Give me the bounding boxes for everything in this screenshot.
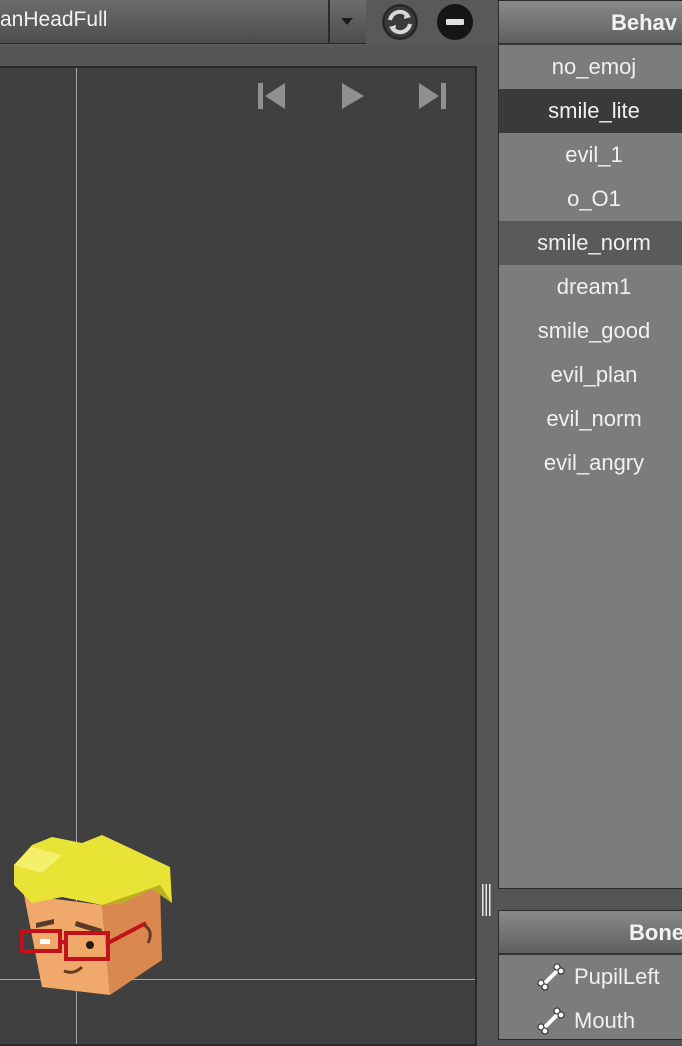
model-select-divider (328, 0, 330, 44)
bone-item-label: Mouth (574, 1008, 636, 1033)
bone-icon (537, 1007, 565, 1035)
bones-panel-header: Bone (499, 911, 682, 955)
skip-to-end-icon[interactable] (415, 80, 449, 112)
chevron-down-icon[interactable] (341, 18, 353, 25)
behaviour-item[interactable]: evil_1 (499, 133, 682, 177)
play-icon[interactable] (336, 80, 370, 112)
character-head-preview (14, 835, 172, 995)
behaviour-item-highlighted[interactable]: smile_norm (499, 221, 682, 265)
bone-item-pupil-left[interactable]: PupilLeft (499, 955, 682, 999)
behaviour-panel-title: Behav (611, 10, 678, 35)
bones-panel: Bone PupilLeft Mouth (498, 910, 682, 1040)
bone-item-mouth[interactable]: Mouth (499, 999, 682, 1043)
model-select-value: anHeadFull (0, 8, 108, 31)
behaviour-item[interactable]: dream1 (499, 265, 682, 309)
model-select[interactable]: anHeadFull (0, 0, 366, 44)
behaviour-item[interactable]: no_emoj (499, 45, 682, 89)
skip-to-start-icon[interactable] (255, 80, 289, 112)
behaviour-panel: Behav no_emoj smile_lite evil_1 o_O1 smi… (498, 0, 682, 889)
bone-icon (537, 963, 565, 991)
top-toolbar: anHeadFull (0, 0, 498, 46)
behaviour-item[interactable]: evil_angry (499, 441, 682, 485)
bones-panel-title: Bone (629, 920, 682, 945)
panel-splitter-handle[interactable] (482, 884, 491, 916)
behaviour-item[interactable]: evil_plan (499, 353, 682, 397)
behaviour-panel-header: Behav (499, 1, 682, 45)
remove-icon[interactable] (436, 3, 474, 41)
bone-item-label: PupilLeft (574, 964, 660, 989)
behaviour-item-selected[interactable]: smile_lite (499, 89, 682, 133)
animation-viewport[interactable] (0, 66, 477, 1046)
behaviour-item[interactable]: smile_good (499, 309, 682, 353)
refresh-icon[interactable] (381, 3, 419, 41)
behaviour-item[interactable]: o_O1 (499, 177, 682, 221)
behaviour-item[interactable]: evil_norm (499, 397, 682, 441)
behaviour-list: no_emoj smile_lite evil_1 o_O1 smile_nor… (499, 45, 682, 485)
